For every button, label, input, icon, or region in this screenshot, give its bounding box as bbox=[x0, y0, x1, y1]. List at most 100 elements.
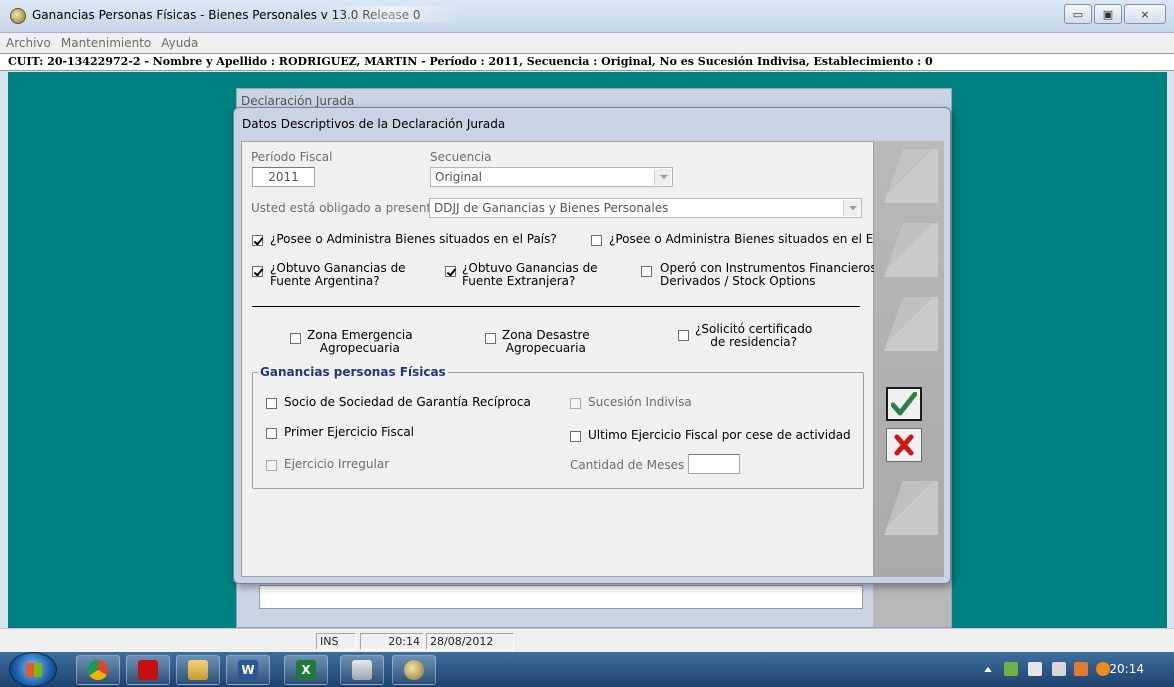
checkbox-ejercicio-irregular[interactable] bbox=[266, 460, 277, 471]
zona-desastre-label: Zona Desastre Agropecuaria bbox=[502, 329, 590, 355]
ultimo-ejercicio-label: Ultimo Ejercicio Fiscal por cese de acti… bbox=[588, 428, 851, 442]
menu-ayuda[interactable]: Ayuda bbox=[161, 36, 198, 50]
periodo-label: Período Fiscal bbox=[251, 150, 333, 164]
close-button[interactable]: ⨯ bbox=[1124, 4, 1166, 24]
afip-watermark-icon bbox=[884, 149, 938, 203]
taskbar-chrome[interactable] bbox=[76, 655, 120, 685]
status-bar: INS 20:14 28/08/2012 bbox=[0, 628, 1174, 652]
show-hidden-icons-icon[interactable] bbox=[984, 667, 992, 672]
checkbox-ganancias-extranjera[interactable] bbox=[445, 266, 456, 277]
taskbar-ganancias[interactable] bbox=[392, 655, 436, 685]
checkbox-bienes-pais[interactable] bbox=[252, 235, 263, 246]
ganancias-argentina-line2: Fuente Argentina? bbox=[270, 274, 380, 288]
taskbar-pdf[interactable] bbox=[126, 655, 170, 685]
taxpayer-info-bar: CUIT: 20-13422972-2 - Nombre y Apellido … bbox=[0, 53, 1174, 71]
ganancias-extranjera-label: ¿Obtuvo Ganancias de Fuente Extranjera? bbox=[462, 262, 598, 288]
sucesion-indivisa-label: Sucesión Indivisa bbox=[588, 395, 692, 409]
background-window-title: Declaración Jurada bbox=[241, 94, 355, 108]
ganancias-extranjera-line2: Fuente Extranjera? bbox=[462, 274, 576, 288]
primer-ejercicio-label: Primer Ejercicio Fiscal bbox=[284, 425, 415, 439]
taskbar-clock[interactable]: 20:14 bbox=[1109, 662, 1144, 676]
checkbox-bienes-exterior[interactable] bbox=[591, 235, 602, 246]
obligado-label: Usted está obligado a presentar: bbox=[251, 201, 448, 215]
ddjj-dialog: Datos Descriptivos de la Declaración Jur… bbox=[233, 107, 951, 584]
instrumentos-line2: Derivados / Stock Options bbox=[660, 274, 816, 288]
app-icon bbox=[10, 8, 26, 24]
checkbox-sucesion-indivisa[interactable] bbox=[570, 398, 581, 409]
checkbox-ultimo-ejercicio[interactable] bbox=[570, 431, 581, 442]
bienes-exterior-label: ¿Posee o Administra Bienes situados en e… bbox=[609, 232, 920, 246]
display-icon[interactable] bbox=[1052, 662, 1066, 676]
ganancias-argentina-label: ¿Obtuvo Ganancias de Fuente Argentina? bbox=[270, 262, 406, 288]
checkbox-ganancias-argentina[interactable] bbox=[252, 266, 263, 277]
maximize-button[interactable]: ▣ bbox=[1094, 4, 1122, 24]
secuencia-value: Original bbox=[435, 170, 482, 184]
dialog-title: Datos Descriptivos de la Declaración Jur… bbox=[242, 117, 506, 131]
afip-watermark-icon bbox=[884, 297, 938, 351]
periodo-input[interactable]: 2011 bbox=[252, 167, 315, 187]
zona-emergencia-label: Zona Emergencia Agropecuaria bbox=[307, 329, 413, 355]
word-icon: W bbox=[238, 660, 258, 680]
zona-desastre-line2: Agropecuaria bbox=[505, 341, 586, 355]
menu-mantenimiento[interactable]: Mantenimiento bbox=[61, 36, 151, 50]
status-date: 28/08/2012 bbox=[426, 633, 514, 650]
obligado-value: DDJJ de Ganancias y Bienes Personales bbox=[434, 201, 669, 215]
minimize-button[interactable]: ▭ bbox=[1064, 4, 1092, 24]
checkbox-socio-sgr[interactable] bbox=[266, 398, 277, 409]
start-button[interactable] bbox=[9, 652, 57, 687]
dialog-side-panel bbox=[874, 141, 944, 577]
status-time: 20:14 bbox=[360, 633, 424, 650]
taskbar: W X 20:14 bbox=[0, 652, 1174, 687]
instrumentos-label: Operó con Instrumentos Financieros Deriv… bbox=[660, 262, 877, 288]
taskbar-word[interactable]: W bbox=[226, 655, 270, 685]
group-title: Ganancias personas Físicas bbox=[258, 365, 448, 379]
certificado-label: ¿Solicitó certificado de residencia? bbox=[695, 323, 812, 349]
secuencia-select[interactable]: Original bbox=[430, 167, 673, 187]
pdf-icon bbox=[138, 660, 158, 680]
obligado-select[interactable]: DDJJ de Ganancias y Bienes Personales bbox=[429, 198, 862, 218]
window-controls: ▭ ▣ ⨯ bbox=[1062, 4, 1166, 24]
chevron-down-icon[interactable] bbox=[843, 200, 860, 216]
ejercicio-irregular-label: Ejercicio Irregular bbox=[284, 457, 390, 471]
checkbox-instrumentos[interactable] bbox=[641, 266, 652, 277]
checkbox-primer-ejercicio[interactable] bbox=[266, 428, 277, 439]
volume-icon[interactable] bbox=[1074, 662, 1088, 676]
ganancias-icon bbox=[404, 660, 424, 680]
chevron-down-icon[interactable] bbox=[654, 169, 671, 185]
window-titlebar: Ganancias Personas Físicas - Bienes Pers… bbox=[0, 0, 1174, 33]
status-ins: INS bbox=[316, 633, 356, 650]
cantidad-meses-input[interactable] bbox=[688, 454, 740, 474]
socio-sgr-label: Socio de Sociedad de Garantía Recíproca bbox=[284, 395, 531, 409]
afip-icon bbox=[352, 660, 372, 680]
checkbox-zona-emergencia[interactable] bbox=[290, 333, 301, 344]
afip-watermark-icon bbox=[884, 223, 938, 277]
taskbar-excel[interactable]: X bbox=[284, 655, 328, 685]
certificado-line2: de residencia? bbox=[710, 335, 797, 349]
taskbar-explorer[interactable] bbox=[176, 655, 220, 685]
excel-icon: X bbox=[296, 660, 316, 680]
taskbar-afip[interactable] bbox=[340, 655, 384, 685]
title-ghost bbox=[322, 6, 462, 22]
device-icon[interactable] bbox=[1028, 662, 1042, 676]
avast-icon[interactable] bbox=[1096, 662, 1110, 676]
cancel-button[interactable] bbox=[886, 428, 922, 462]
dialog-body: Período Fiscal 2011 Secuencia Original U… bbox=[241, 141, 919, 577]
cantidad-meses-label: Cantidad de Meses bbox=[570, 458, 685, 472]
bienes-pais-label: ¿Posee o Administra Bienes situados en e… bbox=[270, 232, 557, 246]
afip-watermark-icon bbox=[884, 481, 938, 535]
network-status-icon[interactable] bbox=[1004, 662, 1018, 676]
menubar: Archivo Mantenimiento Ayuda bbox=[0, 33, 1174, 53]
secuencia-label: Secuencia bbox=[430, 150, 492, 164]
close-x-icon bbox=[894, 434, 914, 456]
checkmark-icon bbox=[891, 392, 917, 416]
menu-archivo[interactable]: Archivo bbox=[6, 36, 51, 50]
explorer-icon bbox=[188, 660, 208, 680]
zona-emergencia-line2: Agropecuaria bbox=[319, 341, 400, 355]
checkbox-zona-desastre[interactable] bbox=[485, 333, 496, 344]
chrome-icon bbox=[88, 660, 108, 680]
accept-button[interactable] bbox=[886, 387, 922, 421]
system-tray: 20:14 bbox=[974, 652, 1174, 687]
checkbox-certificado-residencia[interactable] bbox=[678, 330, 689, 341]
section-divider bbox=[252, 306, 860, 307]
background-window-input[interactable] bbox=[259, 585, 863, 609]
